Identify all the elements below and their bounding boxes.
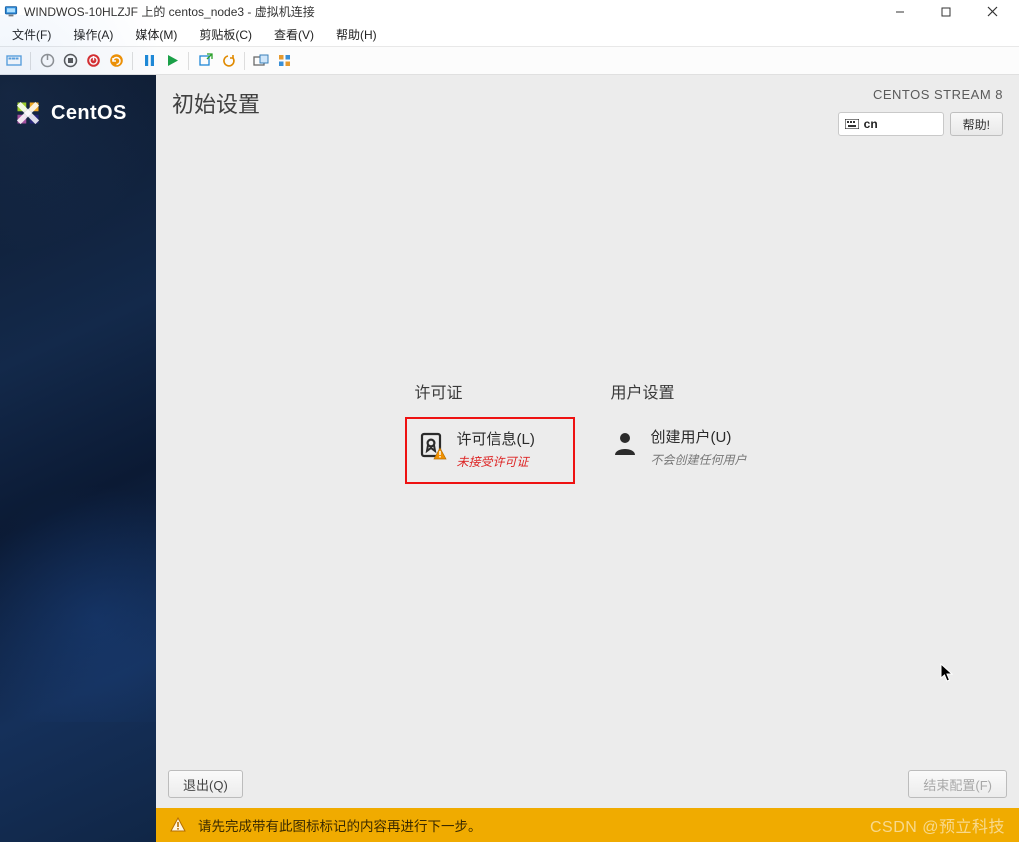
brand: CentOS (14, 99, 127, 127)
brand-text: CentOS (51, 102, 127, 125)
menu-help[interactable]: 帮助(H) (332, 24, 381, 45)
share-icon[interactable] (274, 51, 294, 71)
quit-button[interactable]: 退出(Q) (168, 770, 243, 798)
user-heading: 用户设置 (611, 379, 771, 403)
keyboard-icon (845, 119, 859, 129)
watermark: CSDN @预立科技 (870, 813, 1005, 837)
menu-view[interactable]: 查看(V) (270, 24, 318, 45)
maximize-button[interactable] (923, 0, 969, 23)
keyboard-layout-value: cn (864, 117, 878, 131)
create-user-sub: 不会创建任何用户 (651, 451, 747, 468)
distro-label: CENTOS STREAM 8 (838, 87, 1003, 102)
license-card[interactable]: 许可信息(L) 未接受许可证 (405, 417, 575, 484)
menu-clipboard[interactable]: 剪贴板(C) (195, 24, 256, 45)
close-button[interactable] (969, 0, 1015, 23)
page-title: 初始设置 (172, 87, 260, 119)
keyboard-layout-selector[interactable]: cn (838, 112, 944, 136)
warning-bar: 请先完成带有此图标标记的内容再进行下一步。 CSDN @预立科技 (156, 808, 1019, 842)
license-section: 许可证 许可信息(L) 未接受许可证 (405, 379, 575, 484)
main-panel: 初始设置 CENTOS STREAM 8 cn 帮助! 许可证 (156, 75, 1019, 842)
license-icon (417, 431, 445, 459)
centos-logo-icon (14, 99, 42, 127)
create-user-card[interactable]: 创建用户(U) 不会创建任何用户 (601, 417, 771, 480)
sidebar: CentOS (0, 75, 156, 842)
minimize-button[interactable] (877, 0, 923, 23)
warning-text: 请先完成带有此图标标记的内容再进行下一步。 (198, 815, 482, 835)
license-card-title: 许可信息(L) (457, 431, 535, 449)
vm-display: CentOS 初始设置 CENTOS STREAM 8 cn 帮助! 许可证 (0, 75, 1019, 842)
revert-icon[interactable] (218, 51, 238, 71)
warning-icon (170, 817, 186, 833)
create-user-title: 创建用户(U) (651, 429, 747, 447)
license-card-sub: 未接受许可证 (457, 453, 535, 470)
license-heading: 许可证 (415, 379, 575, 403)
user-section: 用户设置 创建用户(U) 不会创建任何用户 (601, 379, 771, 480)
enhanced-session-icon[interactable] (251, 51, 271, 71)
finish-button[interactable]: 结束配置(F) (908, 770, 1007, 798)
checkpoint-icon[interactable] (195, 51, 215, 71)
user-icon (611, 429, 639, 457)
help-button[interactable]: 帮助! (950, 112, 1003, 136)
